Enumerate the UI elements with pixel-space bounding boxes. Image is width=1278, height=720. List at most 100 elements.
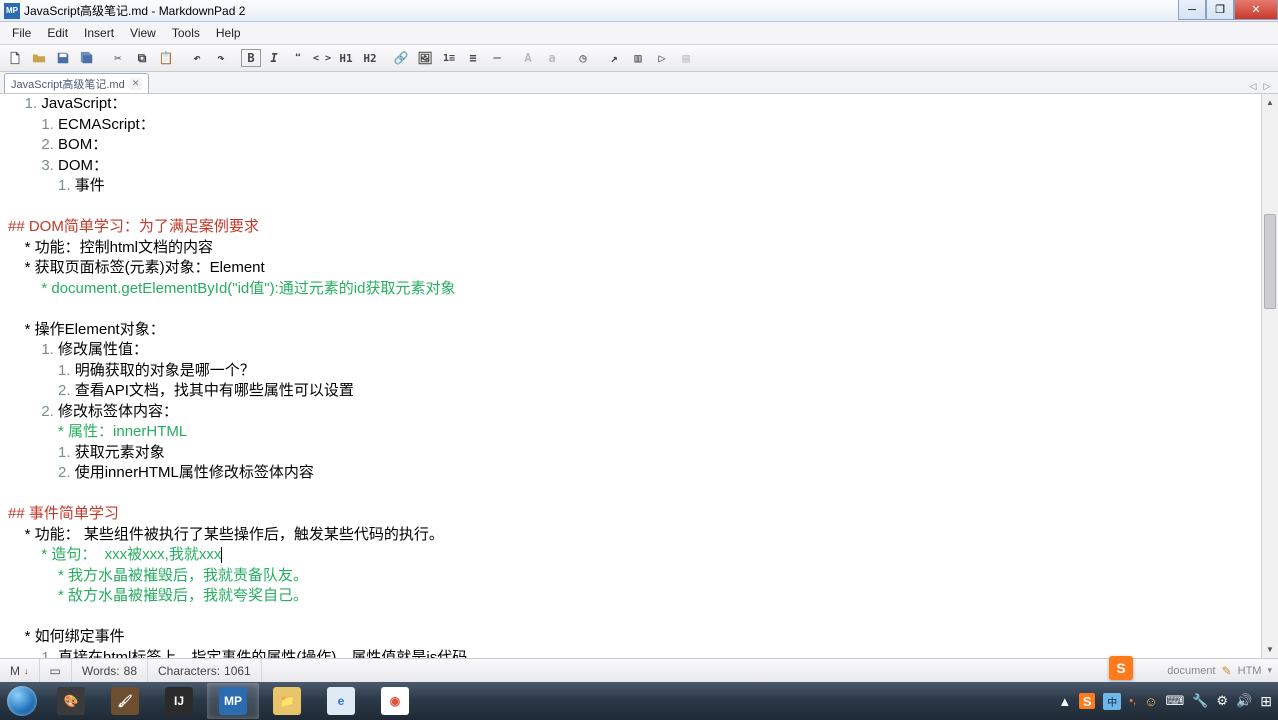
- separator: [179, 47, 184, 69]
- preview-button[interactable]: ▷: [651, 47, 673, 69]
- code-button[interactable]: < >: [311, 47, 333, 69]
- ordered-list-button[interactable]: 1≡: [438, 47, 460, 69]
- columns-button[interactable]: ▥: [627, 47, 649, 69]
- save-icon[interactable]: [52, 47, 74, 69]
- chars-value: 1061: [224, 664, 251, 678]
- undo-icon[interactable]: ↶: [186, 47, 208, 69]
- status-dropdown-icon[interactable]: ▾: [1267, 665, 1272, 676]
- menu-help[interactable]: Help: [208, 24, 249, 42]
- tab-strip: JavaScript高级笔记.md ✕ ◁ ▷: [0, 72, 1278, 94]
- scroll-down-icon[interactable]: ▼: [1262, 641, 1278, 658]
- taskbar-ie[interactable]: e: [315, 683, 367, 719]
- taskbar-chrome[interactable]: ◉: [369, 683, 421, 719]
- close-tab-icon[interactable]: ✕: [130, 78, 142, 90]
- status-htm-label: HTM: [1238, 665, 1262, 677]
- app-icon: MP: [4, 3, 20, 19]
- brush-icon: 🖌: [111, 687, 139, 715]
- status-characters: Characters: 1061: [148, 659, 262, 682]
- editor-area: 1. JavaScript： 1. ECMAScript： 2. BOM： 3.…: [0, 94, 1278, 658]
- link-button[interactable]: 🔗: [390, 47, 412, 69]
- separator: [234, 47, 239, 69]
- tray-keyboard-icon[interactable]: ⌨: [1165, 693, 1184, 709]
- tray-sogou-icon[interactable]: S: [1079, 693, 1095, 709]
- menu-view[interactable]: View: [122, 24, 164, 42]
- quote-button[interactable]: ❝: [287, 47, 309, 69]
- status-pencil-icon: ✎: [1222, 664, 1232, 678]
- open-file-icon[interactable]: [28, 47, 50, 69]
- vertical-scrollbar[interactable]: ▲ ▼: [1261, 94, 1278, 658]
- tray-grid-icon[interactable]: ⊞: [1260, 693, 1272, 710]
- tray-smile-icon[interactable]: ☺: [1144, 694, 1157, 709]
- document-tab[interactable]: JavaScript高级笔记.md ✕: [4, 73, 149, 93]
- menu-bar: File Edit Insert View Tools Help: [0, 22, 1278, 44]
- maximize-button[interactable]: ❐: [1206, 0, 1234, 20]
- chars-label: Characters:: [158, 664, 220, 678]
- h2-button[interactable]: H2: [359, 47, 381, 69]
- minimize-button[interactable]: ─: [1178, 0, 1206, 20]
- tray-tool-icon[interactable]: 🔧: [1192, 693, 1208, 709]
- separator: [510, 47, 515, 69]
- save-all-icon[interactable]: [76, 47, 98, 69]
- new-file-icon[interactable]: [4, 47, 26, 69]
- unordered-list-button[interactable]: ≡: [462, 47, 484, 69]
- h1-button[interactable]: H1: [335, 47, 357, 69]
- status-document-label: document: [1167, 665, 1215, 677]
- tray-gear-icon[interactable]: ⚙: [1216, 693, 1228, 709]
- ime-sogou-float[interactable]: S: [1109, 656, 1133, 680]
- windows-orb-icon: [7, 686, 37, 716]
- intellij-icon: IJ: [165, 687, 193, 715]
- taskbar-intellij[interactable]: IJ: [153, 683, 205, 719]
- editor-text[interactable]: 1. JavaScript： 1. ECMAScript： 2. BOM： 3.…: [0, 94, 1261, 658]
- start-button[interactable]: [0, 682, 44, 720]
- system-tray: ▲ S 中 •, ☺ ⌨ 🔧 ⚙ 🔊 ⊞: [1052, 682, 1278, 720]
- tray-volume-icon[interactable]: 🔊: [1236, 693, 1252, 709]
- separator: [383, 47, 388, 69]
- uppercase-button[interactable]: A: [517, 47, 539, 69]
- italic-button[interactable]: I: [263, 47, 285, 69]
- export-button[interactable]: ↗: [603, 47, 625, 69]
- ie-icon: e: [327, 687, 355, 715]
- cut-icon[interactable]: ✂: [107, 47, 129, 69]
- hr-button[interactable]: ─: [486, 47, 508, 69]
- status-words: Words: 88: [72, 659, 148, 682]
- menu-tools[interactable]: Tools: [164, 24, 208, 42]
- tray-up-icon[interactable]: ▲: [1058, 694, 1071, 709]
- menu-insert[interactable]: Insert: [76, 24, 122, 42]
- image-button[interactable]: 🖼: [414, 47, 436, 69]
- redo-icon[interactable]: ↷: [210, 47, 232, 69]
- paste-icon[interactable]: 📋: [155, 47, 177, 69]
- menu-file[interactable]: File: [4, 24, 39, 42]
- status-markdown-icon[interactable]: M↓: [0, 659, 40, 682]
- status-book-icon[interactable]: ▭: [40, 659, 72, 682]
- copy-icon[interactable]: ⧉: [131, 47, 153, 69]
- menu-edit[interactable]: Edit: [39, 24, 76, 42]
- paint-icon: 🎨: [57, 687, 85, 715]
- status-bar: M↓ ▭ Words: 88 Characters: 1061 document…: [0, 658, 1278, 682]
- tab-next-icon[interactable]: ▷: [1260, 79, 1274, 93]
- chrome-icon: ◉: [381, 687, 409, 715]
- markdownpad-icon: MP: [219, 687, 247, 715]
- separator: [565, 47, 570, 69]
- taskbar: 🎨 🖌 IJ MP 📁 e ◉ ▲ S 中 •, ☺ ⌨ 🔧 ⚙ 🔊 ⊞: [0, 682, 1278, 720]
- words-value: 88: [124, 664, 137, 678]
- timestamp-button[interactable]: ◷: [572, 47, 594, 69]
- scroll-up-icon[interactable]: ▲: [1262, 94, 1278, 111]
- taskbar-markdownpad[interactable]: MP: [207, 683, 259, 719]
- taskbar-paint[interactable]: 🎨: [45, 683, 97, 719]
- scrollbar-thumb[interactable]: [1264, 214, 1276, 309]
- taskbar-brush[interactable]: 🖌: [99, 683, 151, 719]
- title-bar: MP JavaScript高级笔记.md - MarkdownPad 2 ─ ❐…: [0, 0, 1278, 22]
- window-title: JavaScript高级笔记.md - MarkdownPad 2: [24, 2, 1178, 19]
- separator: [100, 47, 105, 69]
- lowercase-button[interactable]: a: [541, 47, 563, 69]
- tray-ime-mode[interactable]: 中: [1103, 693, 1121, 710]
- separator: [596, 47, 601, 69]
- explorer-icon: 📁: [273, 687, 301, 715]
- tab-label: JavaScript高级笔记.md: [11, 76, 125, 92]
- tab-prev-icon[interactable]: ◁: [1246, 79, 1260, 93]
- taskbar-explorer[interactable]: 📁: [261, 683, 313, 719]
- window-controls: ─ ❐ ✕: [1178, 0, 1278, 21]
- bold-button[interactable]: B: [241, 49, 261, 67]
- close-button[interactable]: ✕: [1234, 0, 1278, 20]
- settings-icon[interactable]: ▤: [675, 47, 697, 69]
